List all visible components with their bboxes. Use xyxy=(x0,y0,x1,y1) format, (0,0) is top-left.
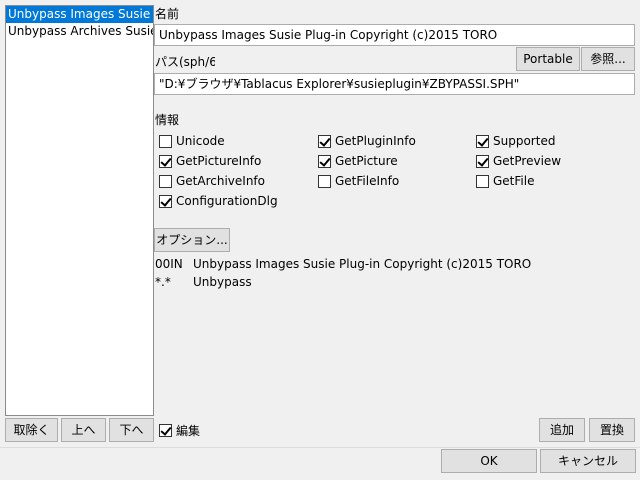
list-item[interactable]: Unbypass Archives Susie Plu xyxy=(6,23,153,40)
plugin-listbox[interactable]: Unbypass Images Susie Plug Unbypass Arch… xyxy=(5,5,154,416)
add-button[interactable]: 追加 xyxy=(539,418,585,442)
path-field[interactable]: "D:¥ブラウザ¥Tablacus Explorer¥susieplugin¥Z… xyxy=(154,73,635,95)
checkbox-box[interactable] xyxy=(159,194,172,208)
getplugininfo-checkbox[interactable]: GetPluginInfo xyxy=(318,133,416,149)
checkbox-box[interactable] xyxy=(159,174,172,188)
checkbox-label: GetPluginInfo xyxy=(335,134,416,148)
info-label: 情報 xyxy=(155,113,180,127)
getpicture-checkbox[interactable]: GetPicture xyxy=(318,153,398,169)
portable-button[interactable]: Portable xyxy=(516,47,580,71)
checkbox-box[interactable] xyxy=(159,134,172,148)
checkbox-box[interactable] xyxy=(318,174,331,188)
checkbox-label: GetArchiveInfo xyxy=(176,174,265,188)
unicode-checkbox[interactable]: Unicode xyxy=(159,133,225,149)
checkbox-label: Unicode xyxy=(176,134,225,148)
browse-button[interactable]: 参照... xyxy=(581,47,635,71)
getfileinfo-checkbox[interactable]: GetFileInfo xyxy=(318,173,399,189)
checkbox-box[interactable] xyxy=(476,154,489,168)
cancel-button[interactable]: キャンセル xyxy=(540,449,636,473)
checkbox-box[interactable] xyxy=(476,134,489,148)
supported-checkbox[interactable]: Supported xyxy=(476,133,555,149)
checkbox-box[interactable] xyxy=(159,154,172,168)
plugin-info-value: Unbypass Images Susie Plug-in Copyright … xyxy=(193,257,532,271)
getpreview-checkbox[interactable]: GetPreview xyxy=(476,153,561,169)
ok-button[interactable]: OK xyxy=(441,449,537,473)
remove-button[interactable]: 取除く xyxy=(5,418,58,442)
getfile-checkbox[interactable]: GetFile xyxy=(476,173,534,189)
configurationdlg-checkbox[interactable]: ConfigurationDlg xyxy=(159,193,278,209)
checkbox-label: GetPicture xyxy=(335,154,398,168)
name-label: 名前 xyxy=(155,7,180,21)
checkbox-box[interactable] xyxy=(318,154,331,168)
checkbox-label: 編集 xyxy=(176,423,201,438)
plugin-info-value: Unbypass xyxy=(193,275,252,289)
getarchiveinfo-checkbox[interactable]: GetArchiveInfo xyxy=(159,173,265,189)
name-field[interactable]: Unbypass Images Susie Plug-in Copyright … xyxy=(154,24,635,46)
plugin-info-key: 00IN xyxy=(155,257,183,271)
path-label: パス(sph/64bit) xyxy=(155,55,215,69)
checkbox-box[interactable] xyxy=(476,174,489,188)
checkbox-label: GetFileInfo xyxy=(335,174,400,188)
checkbox-label: ConfigurationDlg xyxy=(176,194,278,208)
checkbox-label: GetFile xyxy=(493,174,535,188)
checkbox-box[interactable] xyxy=(318,134,331,148)
checkbox-label: Supported xyxy=(493,134,556,148)
move-up-button[interactable]: 上へ xyxy=(61,418,106,442)
list-item[interactable]: Unbypass Images Susie Plug xyxy=(6,6,153,23)
plugin-info-key: *.* xyxy=(155,275,171,289)
options-button[interactable]: オプション... xyxy=(154,228,230,252)
path-label-text: パス(sph/64bit) xyxy=(155,55,215,69)
replace-button[interactable]: 置換 xyxy=(589,418,635,442)
checkbox-box[interactable] xyxy=(159,423,172,437)
edit-checkbox[interactable]: 編集 xyxy=(159,422,200,438)
checkbox-label: GetPictureInfo xyxy=(176,154,262,168)
checkbox-label: GetPreview xyxy=(493,154,562,168)
move-down-button[interactable]: 下へ xyxy=(109,418,154,442)
getpictureinfo-checkbox[interactable]: GetPictureInfo xyxy=(159,153,261,169)
